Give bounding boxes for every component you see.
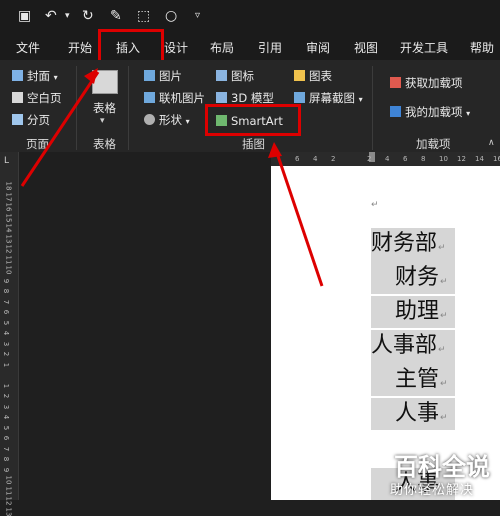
arrow-to-insert-tab xyxy=(20,71,100,187)
arrow-to-smartart xyxy=(274,149,324,287)
arrowhead-icon xyxy=(84,68,98,84)
arrowhead-icon xyxy=(268,142,282,158)
watermark-subtitle: 助你轻松解决 xyxy=(389,483,474,498)
annotation-arrows xyxy=(20,68,324,287)
ruler-number: 13 xyxy=(4,507,13,516)
watermark-logo: 百科全说 xyxy=(394,453,490,481)
